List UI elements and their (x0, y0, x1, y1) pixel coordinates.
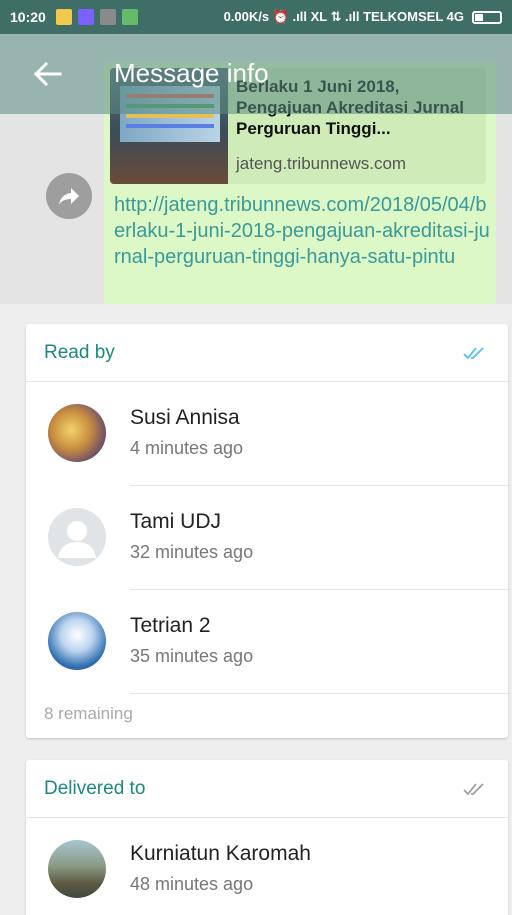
delivered-to-header: Delivered to (26, 760, 508, 818)
gallery-notification-icon (55, 9, 72, 25)
read-time: 32 minutes ago (130, 542, 254, 562)
read-by-title: Read by (44, 341, 115, 363)
contact-row[interactable]: Kurniatun Karomah 48 minutes ago (26, 818, 508, 915)
app-notification-icon (77, 9, 94, 25)
contact-name: Kurniatun Karomah (130, 842, 311, 865)
contact-row[interactable]: Tami UDJ 32 minutes ago (26, 486, 508, 590)
contact-name: Tetrian 2 (130, 614, 211, 637)
forward-button[interactable] (46, 173, 92, 219)
status-time: 10:20 (10, 9, 46, 25)
status-bar: 10:20 0.00K/s ⏰ .ıll XL ⇅ .ıll TELKOMSEL… (0, 0, 512, 34)
back-arrow-icon[interactable] (28, 56, 68, 92)
app-bar: Message info (0, 34, 512, 114)
default-avatar-icon (48, 508, 106, 566)
message-link[interactable]: http://jateng.tribunnews.com/2018/05/04/… (114, 192, 492, 270)
contact-name: Tami UDJ (130, 510, 222, 533)
contact-row[interactable]: Tetrian 2 35 minutes ago (26, 590, 508, 694)
remaining-count: 8 remaining (44, 704, 133, 723)
avatar (48, 404, 106, 462)
double-check-read-icon (463, 346, 484, 359)
contact-name: Susi Annisa (130, 406, 240, 429)
forward-icon (59, 188, 79, 205)
status-indicators: 0.00K/s ⏰ .ıll XL ⇅ .ıll TELKOMSEL 4G (223, 9, 464, 24)
avatar (48, 612, 106, 670)
read-by-card: Read by Susi Annisa 4 minutes ago Tami U… (26, 324, 508, 738)
battery-icon (472, 10, 502, 24)
delivered-to-title: Delivered to (44, 777, 146, 799)
link-preview-domain: jateng.tribunnews.com (236, 154, 407, 173)
double-check-delivered-icon (463, 782, 484, 795)
page-title: Message info (114, 58, 269, 88)
screenshot-notification-icon (99, 9, 116, 25)
download-notification-icon (121, 9, 138, 25)
delivered-to-card: Delivered to Kurniatun Karomah 48 minute… (26, 760, 508, 915)
contact-row[interactable]: Susi Annisa 4 minutes ago (26, 382, 508, 486)
avatar (48, 840, 106, 898)
delivered-time: 48 minutes ago (130, 874, 254, 894)
divider (130, 693, 508, 694)
read-time: 4 minutes ago (130, 438, 244, 458)
read-time: 35 minutes ago (130, 646, 254, 666)
read-by-header: Read by (26, 324, 508, 382)
